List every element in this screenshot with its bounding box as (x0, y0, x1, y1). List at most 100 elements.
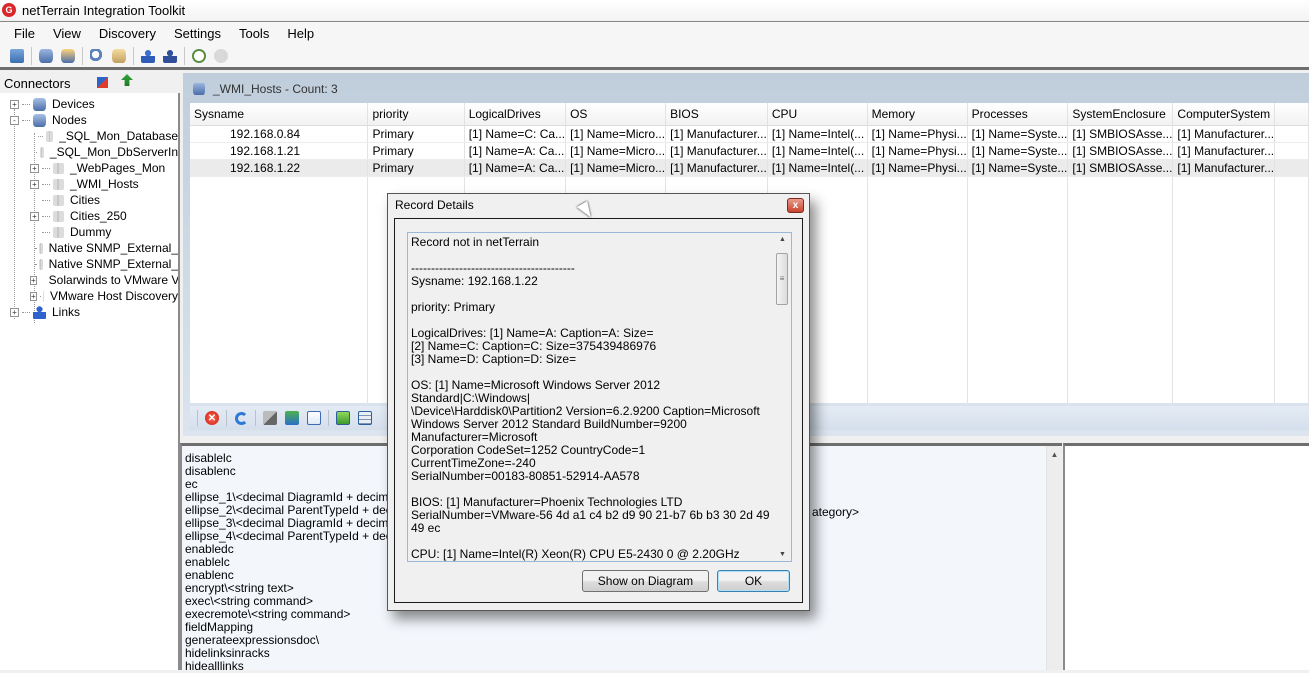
table-cell[interactable]: Primary (367, 142, 465, 160)
table-cell[interactable]: [1] Name=Micro... (565, 125, 667, 143)
table-cell[interactable]: [1] Name=Intel(... (767, 125, 868, 143)
console-scrollbar[interactable]: ▲ (1046, 446, 1062, 670)
table-cell[interactable]: [1] Name=Intel(... (767, 142, 868, 160)
expand-icon[interactable]: + (30, 275, 37, 285)
tree-item[interactable]: + _WMI_Hosts (0, 176, 178, 192)
record-details-textbox[interactable]: Record not in netTerrain ---------------… (407, 232, 792, 562)
table-cell[interactable]: [1] Manufacturer... (1172, 159, 1276, 177)
expand-icon[interactable]: + (30, 163, 39, 173)
db-add-button[interactable] (59, 47, 77, 65)
expand-icon[interactable]: + (10, 99, 19, 109)
table-cell[interactable]: [1] Manufacturer... (665, 159, 768, 177)
show-on-diagram-button[interactable]: Show on Diagram (582, 570, 709, 592)
user-search-button[interactable] (139, 47, 157, 65)
tree-item[interactable]: Dummy (0, 224, 178, 240)
menu-view[interactable]: View (45, 26, 89, 41)
scroll-down-icon[interactable]: ▼ (774, 551, 791, 558)
grid-green-button[interactable] (334, 409, 352, 427)
close-button[interactable]: x (787, 198, 804, 213)
table-cell[interactable]: 192.168.0.84 (190, 125, 369, 143)
dialog-scrollbar[interactable]: ▲ ≡ ▼ (774, 233, 791, 561)
tree-item[interactable]: + Cities_250 (0, 208, 178, 224)
table-row[interactable]: 192.168.0.84 Primary [1] Name=C: Ca... [1] … (190, 125, 1309, 143)
tree-item[interactable]: - Nodes (0, 112, 178, 128)
table-cell[interactable]: 192.168.1.22 (190, 159, 369, 177)
delete-button[interactable]: ✕ (203, 409, 221, 427)
table-cell[interactable]: [1] SMBIOSAsse... (1067, 142, 1174, 160)
column-header[interactable]: BIOS (665, 103, 768, 126)
grid-tab[interactable]: _WMI_Hosts - Count: 3 (183, 73, 1309, 105)
refresh-button[interactable] (232, 409, 250, 427)
menu-discovery[interactable]: Discovery (91, 26, 164, 41)
expand-icon[interactable]: + (30, 211, 39, 221)
table-cell[interactable]: [1] Manufacturer... (1172, 142, 1276, 160)
table-row[interactable]: 192.168.1.22 Primary [1] Name=A: Ca... [1] … (190, 159, 1309, 177)
table-cell[interactable]: [1] Name=Syste... (967, 142, 1069, 160)
scroll-up-icon[interactable]: ▲ (1047, 450, 1062, 459)
expand-icon[interactable]: + (30, 179, 39, 189)
tree-item[interactable]: + Solarwinds to VMware V (0, 272, 178, 288)
collapse-icon[interactable]: - (10, 115, 19, 125)
expand-icon[interactable]: + (10, 307, 19, 317)
column-header[interactable]: CPU (767, 103, 868, 126)
table-cell[interactable]: [1] Name=A: Ca... (464, 142, 567, 160)
table-row[interactable]: 192.168.1.21 Primary [1] Name=A: Ca... [1] … (190, 142, 1309, 160)
table-cell[interactable]: [1] Name=Micro... (565, 159, 667, 177)
table-cell[interactable]: [1] SMBIOSAsse... (1067, 125, 1174, 143)
column-header[interactable]: ComputerSystem (1172, 103, 1276, 126)
tree-item[interactable]: + Links (0, 304, 178, 320)
run-schedule-button[interactable] (190, 47, 208, 65)
search-button[interactable] (88, 47, 106, 65)
table-cell[interactable]: [1] Name=C: Ca... (464, 125, 567, 143)
scan-button[interactable] (261, 409, 279, 427)
menu-settings[interactable]: Settings (166, 26, 229, 41)
column-header[interactable]: SystemEnclosure (1067, 103, 1174, 126)
table-cell[interactable]: [1] Name=Physi... (867, 142, 968, 160)
scroll-thumb[interactable]: ≡ (776, 253, 788, 305)
menu-help[interactable]: Help (279, 26, 322, 41)
table-cell[interactable]: [1] Name=Physi... (867, 159, 968, 177)
sync-button[interactable] (283, 409, 301, 427)
grid-button[interactable] (356, 409, 374, 427)
tree-item[interactable]: + Devices (0, 96, 178, 112)
table-cell[interactable]: [1] SMBIOSAsse... (1067, 159, 1174, 177)
tree-item[interactable]: _SQL_Mon_Database (0, 128, 178, 144)
network-button[interactable] (8, 47, 26, 65)
menu-tools[interactable]: Tools (231, 26, 277, 41)
table-cell[interactable]: Primary (367, 159, 465, 177)
table-cell[interactable]: [1] Manufacturer... (1172, 125, 1276, 143)
column-header[interactable]: Sysname (190, 103, 369, 126)
table-cell[interactable]: [1] Name=A: Ca... (464, 159, 567, 177)
table-cell[interactable]: [1] Name=Micro... (565, 142, 667, 160)
table-cell[interactable]: [1] Manufacturer... (665, 125, 768, 143)
tree-item[interactable]: + _WebPages_Mon (0, 160, 178, 176)
import-icon[interactable] (97, 77, 108, 88)
table-cell[interactable]: [1] Name=Intel(... (767, 159, 868, 177)
column-header[interactable]: priority (367, 103, 465, 126)
scroll-up-icon[interactable]: ▲ (774, 236, 791, 243)
db-search-button[interactable] (37, 47, 55, 65)
table-cell[interactable]: [1] Manufacturer... (665, 142, 768, 160)
column-header[interactable]: OS (565, 103, 667, 126)
table-cell[interactable]: [1] Name=Syste... (967, 125, 1069, 143)
user-add-button[interactable] (161, 47, 179, 65)
cylinder-add-button[interactable] (110, 47, 128, 65)
table-cell[interactable]: [1] Name=Physi... (867, 125, 968, 143)
export-icon[interactable] (121, 74, 133, 86)
table-cell[interactable]: Primary (367, 125, 465, 143)
table-cell[interactable]: [1] Name=Syste... (967, 159, 1069, 177)
menu-file[interactable]: File (6, 26, 43, 41)
expand-icon[interactable]: + (30, 291, 37, 301)
tree-item[interactable]: Native SNMP_External_ (0, 240, 178, 256)
column-header[interactable]: LogicalDrives (464, 103, 567, 126)
document-button[interactable] (305, 409, 323, 427)
tree-item[interactable]: Cities (0, 192, 178, 208)
table-cell[interactable]: 192.168.1.21 (190, 142, 369, 160)
column-header[interactable]: Processes (967, 103, 1069, 126)
database-icon (33, 113, 46, 127)
ok-button[interactable]: OK (717, 570, 790, 592)
tree-item[interactable]: Native SNMP_External_ (0, 256, 178, 272)
column-header[interactable]: Memory (867, 103, 968, 126)
tree-item[interactable]: _SQL_Mon_DbServerIn (0, 144, 178, 160)
tree-item[interactable]: + VMware Host Discovery (0, 288, 178, 304)
